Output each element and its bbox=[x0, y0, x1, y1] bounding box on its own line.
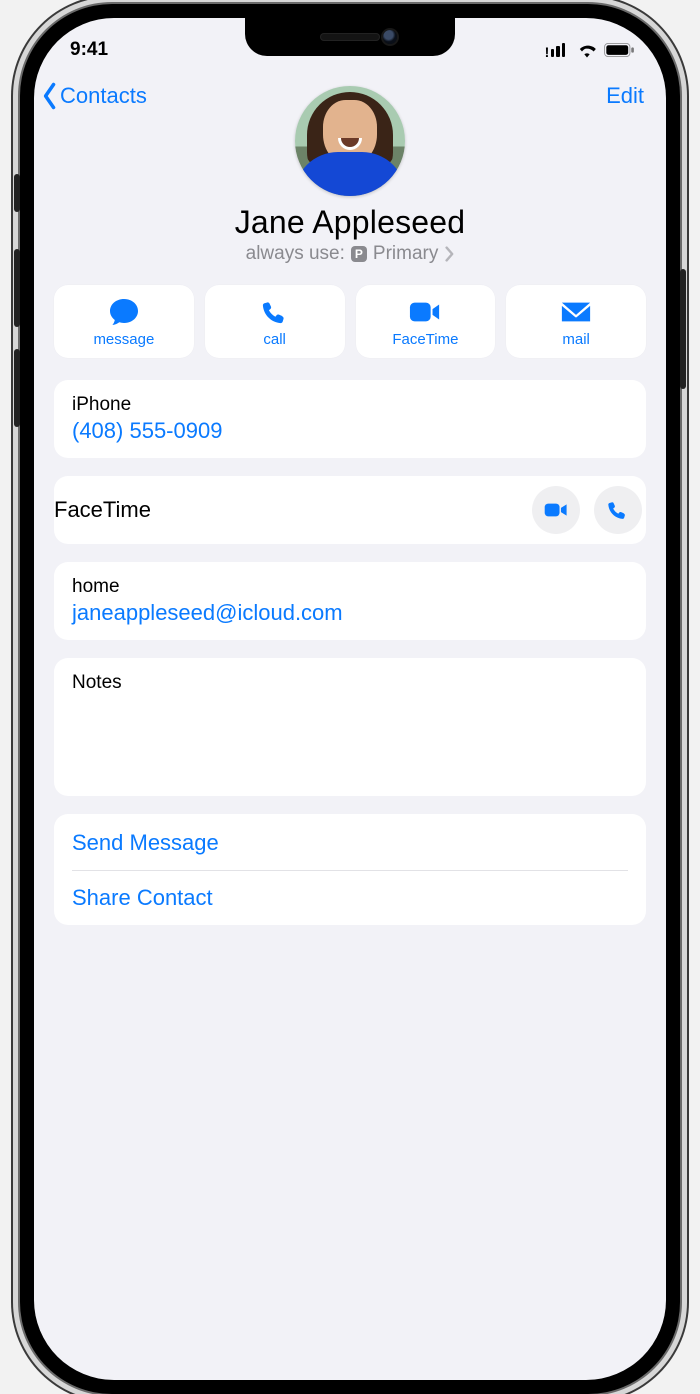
back-button[interactable]: Contacts bbox=[40, 81, 147, 111]
email-value: janeappleseed@icloud.com bbox=[72, 600, 628, 626]
video-icon bbox=[409, 297, 441, 327]
send-message-button[interactable]: Send Message bbox=[72, 816, 628, 870]
dual-sim-signal-icon: ! bbox=[547, 43, 570, 57]
sim-badge: P bbox=[351, 246, 367, 262]
sim-selector[interactable]: always use: P Primary bbox=[34, 243, 666, 265]
facetime-label: FaceTime bbox=[54, 497, 151, 523]
screen: 9:41 ! Contacts bbox=[34, 18, 666, 1380]
wifi-icon bbox=[577, 42, 597, 58]
video-icon bbox=[544, 498, 568, 522]
status-time: 9:41 bbox=[70, 39, 108, 61]
battery-icon bbox=[604, 43, 634, 57]
action-label: message bbox=[93, 331, 154, 348]
action-mail[interactable]: mail bbox=[506, 285, 646, 358]
facetime-audio-button[interactable] bbox=[594, 486, 642, 534]
email-label: home bbox=[72, 576, 628, 598]
facetime-card: FaceTime bbox=[54, 476, 646, 544]
message-icon bbox=[108, 297, 140, 327]
phone-icon bbox=[259, 297, 291, 327]
email-card[interactable]: home janeappleseed@icloud.com bbox=[54, 562, 646, 640]
contact-details: iPhone (408) 555-0909 FaceTime home jane… bbox=[34, 358, 666, 925]
action-label: mail bbox=[562, 331, 590, 348]
edit-button[interactable]: Edit bbox=[606, 83, 644, 109]
action-label: FaceTime bbox=[392, 331, 458, 348]
sim-name: Primary bbox=[373, 243, 438, 265]
chevron-left-icon bbox=[40, 81, 60, 111]
phone-card[interactable]: iPhone (408) 555-0909 bbox=[54, 380, 646, 458]
phone-icon bbox=[606, 498, 630, 522]
action-label: call bbox=[263, 331, 286, 348]
contact-header: Jane Appleseed always use: P Primary bbox=[34, 86, 666, 265]
sim-prefix: always use: bbox=[246, 243, 345, 265]
mail-icon bbox=[560, 297, 592, 327]
contact-name: Jane Appleseed bbox=[34, 204, 666, 241]
action-message[interactable]: message bbox=[54, 285, 194, 358]
action-call[interactable]: call bbox=[205, 285, 345, 358]
facetime-video-button[interactable] bbox=[532, 486, 580, 534]
avatar[interactable] bbox=[295, 86, 405, 196]
quick-actions: message call FaceTime mail bbox=[34, 265, 666, 358]
actions-card: Send Message Share Contact bbox=[54, 814, 646, 925]
back-label: Contacts bbox=[60, 83, 147, 109]
phone-frame: 9:41 ! Contacts bbox=[20, 4, 680, 1394]
action-facetime[interactable]: FaceTime bbox=[356, 285, 496, 358]
share-contact-button[interactable]: Share Contact bbox=[72, 870, 628, 925]
phone-value: (408) 555-0909 bbox=[72, 418, 628, 444]
chevron-right-icon bbox=[444, 246, 454, 262]
phone-label: iPhone bbox=[72, 394, 628, 416]
notes-label: Notes bbox=[72, 672, 628, 694]
notch bbox=[245, 18, 455, 56]
notes-card[interactable]: Notes bbox=[54, 658, 646, 796]
